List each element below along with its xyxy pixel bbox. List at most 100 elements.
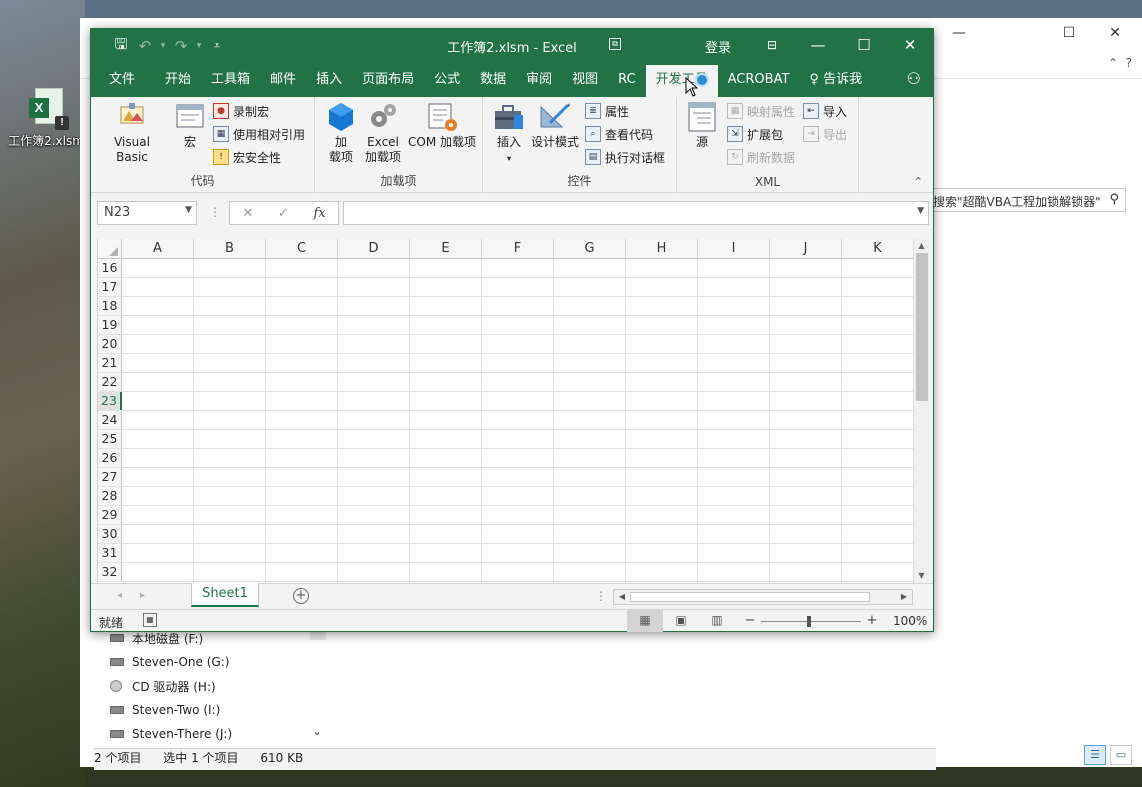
row-header[interactable]: 29 bbox=[98, 506, 122, 524]
grid-cell[interactable] bbox=[122, 430, 194, 448]
close-icon[interactable]: ✕ bbox=[1092, 22, 1138, 44]
grid-cell[interactable] bbox=[626, 411, 698, 429]
sheet-tab[interactable]: Sheet1 bbox=[191, 583, 259, 607]
grid-cell[interactable] bbox=[482, 506, 554, 524]
drive-item-j[interactable]: Steven-There (J:) bbox=[110, 722, 232, 746]
row-header[interactable]: 21 bbox=[98, 354, 122, 372]
grid-cell[interactable] bbox=[122, 259, 194, 277]
row-header[interactable]: 25 bbox=[98, 430, 122, 448]
grid-cell[interactable] bbox=[338, 506, 410, 524]
grid-cell[interactable] bbox=[626, 468, 698, 486]
grid-cell[interactable] bbox=[770, 430, 842, 448]
grid-cell[interactable] bbox=[482, 411, 554, 429]
grid-cell[interactable] bbox=[122, 297, 194, 315]
properties-button[interactable]: ≣ 属性 bbox=[585, 101, 629, 121]
grid-cell[interactable] bbox=[410, 373, 482, 391]
large-icons-view-icon[interactable]: ▭ bbox=[1110, 745, 1132, 765]
grid-cell[interactable] bbox=[266, 525, 338, 543]
xml-source-button[interactable]: 源 bbox=[683, 101, 721, 150]
grid-cell[interactable] bbox=[482, 563, 554, 581]
grid-cell[interactable] bbox=[410, 278, 482, 296]
grid-cell[interactable] bbox=[338, 354, 410, 372]
maximize-icon[interactable]: ☐ bbox=[1046, 22, 1092, 44]
grid-cell[interactable] bbox=[626, 373, 698, 391]
grid-cell[interactable] bbox=[338, 563, 410, 581]
grid-cell[interactable] bbox=[698, 373, 770, 391]
grid-cell[interactable] bbox=[698, 430, 770, 448]
tab-page-layout[interactable]: 页面布局 bbox=[352, 65, 424, 97]
grid-cell[interactable] bbox=[626, 278, 698, 296]
grid-cell[interactable] bbox=[410, 411, 482, 429]
record-macro-button[interactable]: ● 录制宏 bbox=[213, 101, 269, 121]
zoom-out-icon[interactable]: − bbox=[743, 614, 757, 627]
grid-cell[interactable] bbox=[770, 525, 842, 543]
grid-cell[interactable] bbox=[122, 335, 194, 353]
grid-cell[interactable] bbox=[698, 259, 770, 277]
grid-cell[interactable] bbox=[194, 563, 266, 581]
enter-icon[interactable]: ✓ bbox=[278, 206, 289, 221]
grid-cell[interactable] bbox=[770, 411, 842, 429]
grid-cell[interactable] bbox=[266, 373, 338, 391]
grid-cell[interactable] bbox=[842, 373, 914, 391]
grid-cell[interactable] bbox=[266, 544, 338, 562]
row-header[interactable]: 19 bbox=[98, 316, 122, 334]
grid-cell[interactable] bbox=[626, 430, 698, 448]
grid-cell[interactable] bbox=[842, 506, 914, 524]
grid-cell[interactable] bbox=[698, 278, 770, 296]
grid-cell[interactable] bbox=[482, 335, 554, 353]
account-icon[interactable]: ⚇ bbox=[907, 69, 921, 88]
tab-view[interactable]: 视图 bbox=[562, 65, 608, 97]
grid-cell[interactable] bbox=[122, 411, 194, 429]
grid-cell[interactable] bbox=[626, 449, 698, 467]
grid-cell[interactable] bbox=[194, 316, 266, 334]
grid-cell[interactable] bbox=[482, 525, 554, 543]
tab-mailings[interactable]: 邮件 bbox=[260, 65, 306, 97]
grid-cell[interactable] bbox=[554, 525, 626, 543]
grid-cell[interactable] bbox=[266, 487, 338, 505]
grid-cell[interactable] bbox=[626, 335, 698, 353]
grid-cell[interactable] bbox=[626, 297, 698, 315]
grid-cell[interactable] bbox=[770, 487, 842, 505]
grid-cell[interactable] bbox=[410, 335, 482, 353]
insert-control-button[interactable]: 插入 ▾ bbox=[489, 101, 529, 166]
scroll-down-icon[interactable]: ▼ bbox=[914, 569, 929, 583]
row-header[interactable]: 30 bbox=[98, 525, 122, 543]
grid-cell[interactable] bbox=[842, 468, 914, 486]
grid-cell[interactable] bbox=[698, 297, 770, 315]
add-sheet-icon[interactable]: + bbox=[293, 588, 309, 604]
grid-cell[interactable] bbox=[338, 430, 410, 448]
help-icon[interactable]: ? bbox=[1126, 56, 1132, 70]
macros-button[interactable]: 宏 bbox=[171, 101, 209, 150]
grid-cell[interactable] bbox=[842, 259, 914, 277]
grid-cell[interactable] bbox=[770, 449, 842, 467]
addins-button[interactable]: 加 载项 bbox=[323, 101, 359, 165]
close-icon[interactable]: ✕ bbox=[887, 29, 933, 63]
name-box[interactable]: N23 ▼ bbox=[97, 201, 197, 225]
grid-cell[interactable] bbox=[842, 449, 914, 467]
grid-cell[interactable] bbox=[122, 506, 194, 524]
grid-cell[interactable] bbox=[338, 373, 410, 391]
row-header[interactable]: 24 bbox=[98, 411, 122, 429]
grid-cell[interactable] bbox=[194, 525, 266, 543]
grid-cell[interactable] bbox=[338, 544, 410, 562]
grid-cell[interactable] bbox=[554, 506, 626, 524]
grid-cell[interactable] bbox=[698, 506, 770, 524]
row-header[interactable]: 27 bbox=[98, 468, 122, 486]
formula-input[interactable]: ▼ bbox=[343, 201, 929, 225]
grid-cell[interactable] bbox=[122, 392, 194, 410]
grid-cell[interactable] bbox=[194, 259, 266, 277]
grid-cell[interactable] bbox=[698, 335, 770, 353]
grid-cell[interactable] bbox=[554, 259, 626, 277]
column-header[interactable]: A bbox=[122, 239, 194, 258]
grid-cell[interactable] bbox=[338, 297, 410, 315]
grid-cell[interactable] bbox=[626, 392, 698, 410]
run-dialog-button[interactable]: ▤ 执行对话框 bbox=[585, 147, 665, 167]
macro-recording-icon[interactable]: ▦ bbox=[143, 613, 157, 627]
grid-cell[interactable] bbox=[554, 373, 626, 391]
expand-formula-bar-icon[interactable]: ▼ bbox=[917, 206, 924, 216]
desktop-file-icon[interactable]: X ! 工作簿2.xlsm bbox=[8, 88, 84, 149]
grid-cell[interactable] bbox=[194, 544, 266, 562]
grid-cell[interactable] bbox=[626, 525, 698, 543]
grid-cell[interactable] bbox=[554, 468, 626, 486]
grid-cell[interactable] bbox=[554, 278, 626, 296]
